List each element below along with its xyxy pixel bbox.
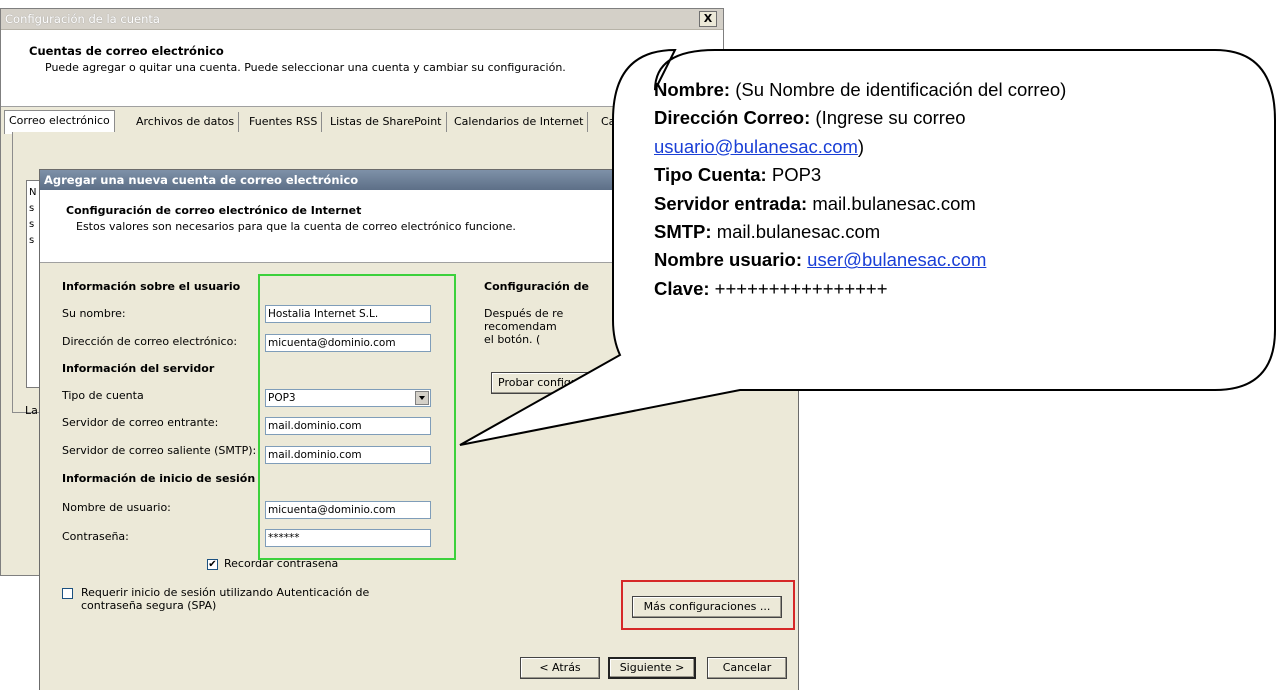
bottom-text: La bbox=[25, 404, 38, 417]
callout-row-incoming: Servidor entrada: mail.bulanesac.com bbox=[654, 190, 1274, 218]
spa-checkbox[interactable] bbox=[62, 588, 73, 599]
callout-smtp-value: mail.bulanesac.com bbox=[716, 221, 881, 243]
list-item[interactable]: s bbox=[29, 203, 34, 214]
callout-password-label: Clave: bbox=[654, 277, 710, 299]
dialog-header-title: Configuración de correo electrónico de I… bbox=[66, 204, 362, 217]
list-item[interactable]: s bbox=[29, 235, 34, 246]
outgoing-server-label: Servidor de correo saliente (SMTP): bbox=[62, 444, 257, 457]
window-titlebar[interactable]: Configuración de la cuenta X bbox=[1, 9, 723, 30]
tab-rss-feeds[interactable]: Fuentes RSS bbox=[245, 112, 323, 132]
callout-smtp-label: SMTP: bbox=[654, 221, 712, 243]
cancel-button[interactable]: Cancelar bbox=[707, 657, 787, 679]
tab-sharepoint-lists[interactable]: Listas de SharePoint bbox=[326, 112, 447, 132]
account-type-label: Tipo de cuenta bbox=[62, 389, 144, 402]
spa-label-line2: contraseña segura (SPA) bbox=[81, 599, 217, 612]
list-item[interactable]: N bbox=[29, 187, 36, 198]
callout-password-value: ++++++++++++++++ bbox=[714, 277, 888, 299]
close-button[interactable]: X bbox=[699, 11, 717, 27]
window-title: Configuración de la cuenta bbox=[5, 12, 160, 26]
login-info-heading: Información de inicio de sesión bbox=[62, 472, 256, 485]
callout-row-type: Tipo Cuenta: POP3 bbox=[654, 161, 1274, 189]
callout-text: Nombre: (Su Nombre de identificación del… bbox=[654, 76, 1274, 303]
callout-type-value: POP3 bbox=[771, 164, 822, 186]
callout-user-link[interactable]: user@bulanesac.com bbox=[807, 249, 986, 270]
incoming-server-label: Servidor de correo entrante: bbox=[62, 416, 219, 429]
server-info-heading: Información del servidor bbox=[62, 362, 215, 375]
callout-type-label: Tipo Cuenta: bbox=[654, 164, 767, 186]
password-label: Contraseña: bbox=[62, 530, 129, 543]
callout-email-text: (Ingrese su correo bbox=[815, 107, 966, 129]
dialog-title: Agregar una nueva cuenta de correo elect… bbox=[44, 173, 359, 187]
callout-row-email-link: usuario@bulanesac.com) bbox=[654, 133, 1274, 161]
remember-password-checkbox[interactable]: ✔ bbox=[207, 559, 218, 570]
header-title: Cuentas de correo electrónico bbox=[29, 44, 224, 58]
email-label: Dirección de correo electrónico: bbox=[62, 335, 238, 348]
callout-row-name: Nombre: (Su Nombre de identificación del… bbox=[654, 76, 1274, 104]
callout-name-text: (Su Nombre de identificación del correo) bbox=[735, 79, 1067, 100]
list-item[interactable]: s bbox=[29, 219, 34, 230]
tab-data-files[interactable]: Archivos de datos bbox=[132, 112, 240, 132]
username-label: Nombre de usuario: bbox=[62, 501, 171, 514]
callout-email-link[interactable]: usuario@bulanesac.com bbox=[654, 136, 858, 157]
callout-email-label: Dirección Correo: bbox=[654, 107, 811, 129]
callout-row-smtp: SMTP: mail.bulanesac.com bbox=[654, 218, 1274, 246]
callout-email-close: ) bbox=[857, 135, 865, 157]
spa-label-line1: Requerir inicio de sesión utilizando Aut… bbox=[81, 586, 370, 599]
callout-incoming-label: Servidor entrada: bbox=[654, 192, 808, 214]
tab-email[interactable]: Correo electrónico bbox=[4, 110, 115, 134]
callout-row-password: Clave: ++++++++++++++++ bbox=[654, 275, 1274, 303]
back-button[interactable]: < Atrás bbox=[520, 657, 600, 679]
callout-incoming-value: mail.bulanesac.com bbox=[812, 192, 976, 214]
callout-row-user: Nombre usuario: user@bulanesac.com bbox=[654, 246, 1274, 274]
callout-name-label: Nombre: bbox=[654, 79, 731, 100]
highlight-box-more-settings bbox=[621, 580, 795, 630]
callout-row-email: Dirección Correo: (Ingrese su correo bbox=[654, 104, 1274, 132]
dialog-header-subtitle: Estos valores son necesarios para que la… bbox=[76, 220, 516, 233]
callout-user-label: Nombre usuario: bbox=[654, 249, 803, 271]
name-label: Su nombre: bbox=[62, 307, 126, 320]
next-button[interactable]: Siguiente > bbox=[608, 657, 696, 679]
highlight-box-fields bbox=[258, 274, 456, 560]
user-info-heading: Información sobre el usuario bbox=[62, 280, 241, 293]
